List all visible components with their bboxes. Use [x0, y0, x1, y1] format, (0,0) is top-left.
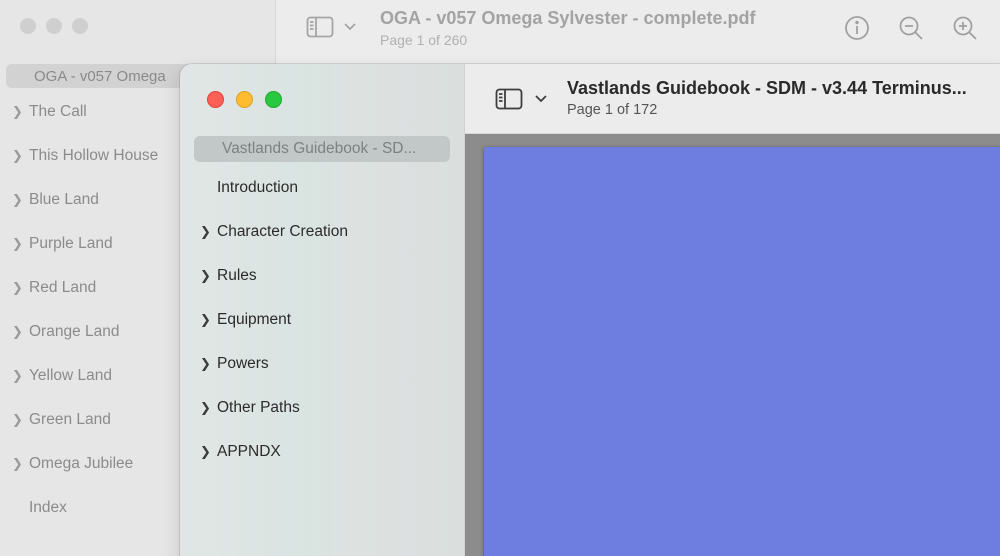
- outline-item[interactable]: ❯ Rules: [180, 254, 465, 298]
- chevron-right-icon[interactable]: ❯: [12, 236, 29, 252]
- info-button[interactable]: [842, 14, 872, 42]
- outline-item[interactable]: ❯ Character Creation: [180, 210, 465, 254]
- back-title-block: OGA - v057 Omega Sylvester - complete.pd…: [380, 8, 755, 48]
- pdf-page[interactable]: [484, 147, 1000, 556]
- toolbar: Vastlands Guidebook - SDM - v3.44 Termin…: [465, 64, 1000, 134]
- chevron-right-icon[interactable]: ❯: [12, 456, 29, 472]
- sidebar-toggle-button[interactable]: [495, 88, 547, 110]
- zoom-out-button[interactable]: [896, 14, 926, 42]
- zoom-out-icon: [899, 16, 923, 40]
- window-controls: [207, 91, 282, 108]
- sidebar-icon: [495, 88, 523, 110]
- outline-item[interactable]: Introduction: [180, 166, 465, 210]
- chevron-right-icon[interactable]: ❯: [200, 312, 217, 328]
- back-sidebar-toggle-button[interactable]: [306, 16, 356, 38]
- back-window-title: OGA - v057 Omega Sylvester - complete.pd…: [380, 8, 756, 28]
- back-toolbar-tools: [842, 14, 980, 42]
- sidebar-outline: Vastlands Guidebook - SD... Introduction…: [180, 136, 465, 474]
- chevron-right-icon[interactable]: ❯: [12, 148, 29, 164]
- back-zoom-button[interactable]: [72, 18, 88, 34]
- chevron-right-icon[interactable]: ❯: [12, 324, 29, 340]
- sidebar-doc-title[interactable]: Vastlands Guidebook - SD...: [194, 136, 450, 162]
- document-view[interactable]: [465, 134, 1000, 556]
- back-close-button[interactable]: [20, 18, 36, 34]
- chevron-right-icon[interactable]: ❯: [12, 280, 29, 296]
- outline-item[interactable]: ❯ APPNDX: [180, 430, 465, 474]
- chevron-right-icon[interactable]: ❯: [12, 412, 29, 428]
- sidebar-icon: [306, 16, 334, 38]
- chevron-right-icon[interactable]: ❯: [200, 444, 217, 460]
- close-button[interactable]: [207, 91, 224, 108]
- outline-item[interactable]: ❯ Other Paths: [180, 386, 465, 430]
- zoom-in-button[interactable]: [950, 14, 980, 42]
- chevron-down-icon: [344, 23, 356, 31]
- info-icon: [845, 16, 869, 40]
- chevron-right-icon[interactable]: ❯: [200, 268, 217, 284]
- front-window: Vastlands Guidebook - SD... Introduction…: [180, 64, 1000, 556]
- zoom-in-icon: [953, 16, 977, 40]
- window-title: Vastlands Guidebook - SDM - v3.44 Termin…: [567, 78, 967, 98]
- chevron-right-icon[interactable]: ❯: [200, 224, 217, 240]
- back-window-controls: [20, 18, 88, 34]
- chevron-right-icon[interactable]: ❯: [200, 356, 217, 372]
- chevron-right-icon[interactable]: ❯: [200, 400, 217, 416]
- back-minimize-button[interactable]: [46, 18, 62, 34]
- front-sidebar: Vastlands Guidebook - SD... Introduction…: [180, 64, 465, 556]
- title-block: Vastlands Guidebook - SDM - v3.44 Termin…: [567, 78, 967, 118]
- chevron-right-icon[interactable]: ❯: [12, 368, 29, 384]
- chevron-down-icon: [535, 95, 547, 103]
- page-count: Page 1 of 172: [567, 102, 658, 118]
- chevron-right-icon[interactable]: ❯: [12, 192, 29, 208]
- outline-item[interactable]: ❯ Powers: [180, 342, 465, 386]
- zoom-button[interactable]: [265, 91, 282, 108]
- minimize-button[interactable]: [236, 91, 253, 108]
- back-page-count: Page 1 of 260: [380, 32, 468, 48]
- chevron-right-icon[interactable]: ❯: [12, 104, 29, 120]
- outline-item[interactable]: ❯ Equipment: [180, 298, 465, 342]
